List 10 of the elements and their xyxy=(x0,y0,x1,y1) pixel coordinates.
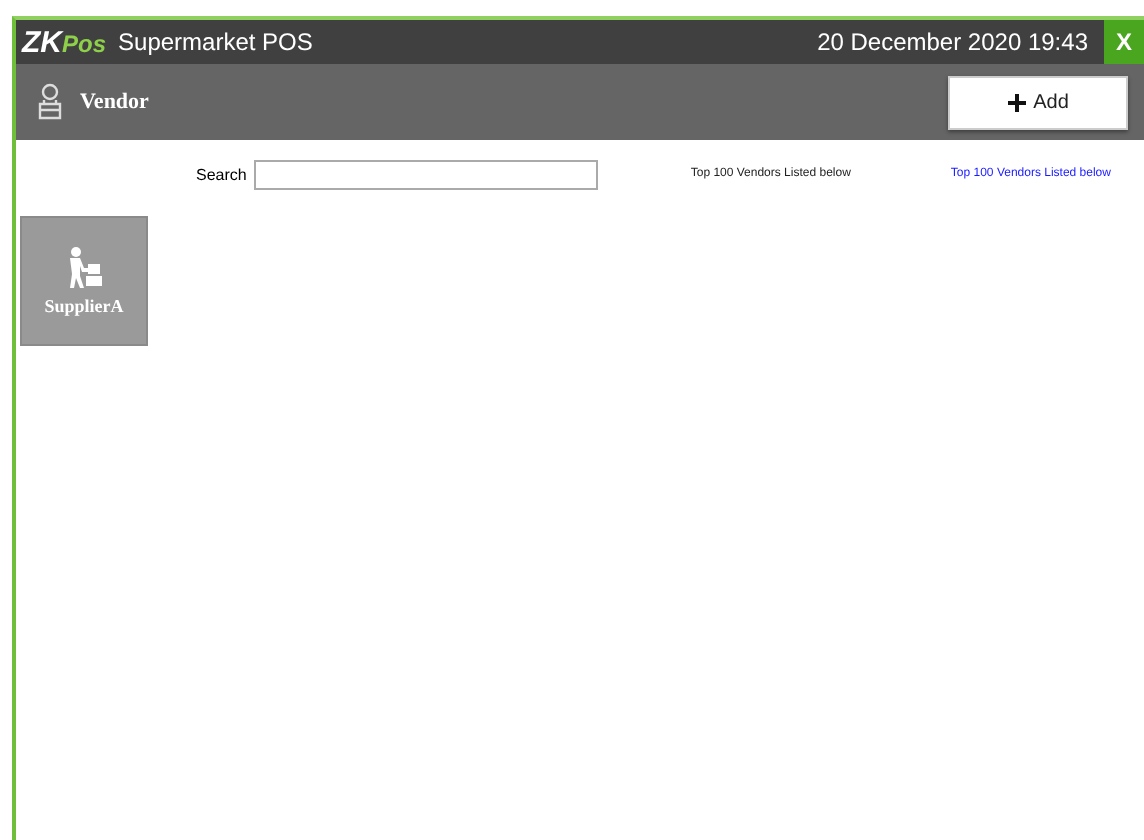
search-field[interactable] xyxy=(254,159,599,189)
person-with-cart-icon xyxy=(64,246,104,294)
page-title: Vendor xyxy=(80,90,149,114)
add-button[interactable]: Add xyxy=(948,75,1128,129)
vendor-icon xyxy=(36,82,64,122)
search-label: Search xyxy=(196,165,247,183)
plus-icon xyxy=(1007,93,1026,111)
app-logo: ZKPos xyxy=(22,25,107,59)
date-time: 20 December 2020 19:43 xyxy=(817,28,1088,56)
window-title: Supermarket POS xyxy=(118,28,313,56)
